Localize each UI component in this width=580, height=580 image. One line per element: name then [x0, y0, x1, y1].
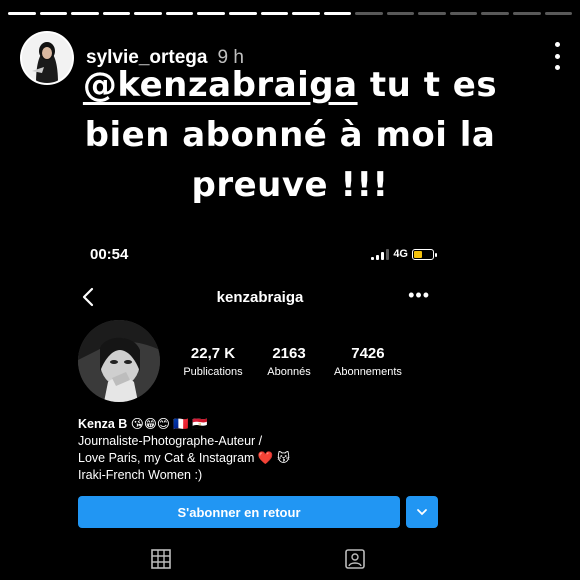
bio-line: Iraki-French Women :) [78, 468, 203, 482]
stat-label: Abonnés [267, 365, 311, 378]
suggestions-button[interactable] [406, 496, 438, 528]
follow-back-button[interactable]: S'abonner en retour [78, 496, 400, 528]
profile-screenshot: 00:54 4G kenzabraiga ••• 22,7 K Publicat… [70, 232, 450, 580]
stat-label: Abonnements [334, 365, 402, 378]
battery-icon [412, 248, 437, 260]
grid-icon[interactable] [150, 548, 172, 570]
story-caption: @kenzabraiga tu t es bien abonné à moi l… [60, 60, 520, 210]
phone-status-bar: 00:54 4G [90, 244, 437, 264]
more-horizontal-icon[interactable]: ••• [408, 286, 430, 304]
progress-segment [323, 12, 352, 15]
progress-segment [260, 12, 289, 15]
progress-segment [197, 12, 225, 15]
progress-segment [102, 12, 131, 15]
story-progress-bar [8, 12, 573, 15]
bio-name: Kenza B 😘😁😊 🇫🇷 🇪🇬 [78, 417, 208, 431]
stat-followers[interactable]: 2163 Abonnés [258, 345, 320, 378]
progress-segment [513, 12, 541, 15]
chevron-left-icon[interactable] [78, 286, 100, 308]
progress-segment [386, 12, 415, 15]
progress-segment [418, 12, 446, 15]
bio-line: Journaliste-Photographe-Auteur / [78, 434, 263, 448]
tagged-icon[interactable] [344, 548, 366, 570]
stat-number: 22,7 K [190, 344, 236, 362]
progress-segment [481, 12, 509, 15]
profile-stats: 22,7 K Publications 2163 Abonnés 7426 Ab… [182, 345, 402, 378]
progress-segment [449, 12, 478, 15]
more-vertical-icon[interactable] [552, 42, 562, 70]
progress-segment [39, 12, 68, 15]
progress-segment [228, 12, 257, 15]
bio-line: Love Paris, my Cat & Instagram ❤️ 😽 [78, 451, 290, 465]
chevron-down-icon [417, 509, 427, 516]
progress-segment [544, 12, 573, 15]
profile-bio: Kenza B 😘😁😊 🇫🇷 🇪🇬 Journaliste-Photograph… [78, 416, 436, 484]
progress-segment [292, 12, 320, 15]
stat-number: 2163 [272, 344, 306, 362]
profile-header: 22,7 K Publications 2163 Abonnés 7426 Ab… [78, 320, 430, 402]
progress-segment [134, 12, 162, 15]
progress-segment [355, 12, 383, 15]
stat-publications[interactable]: 22,7 K Publications [182, 345, 244, 378]
network-label: 4G [393, 248, 408, 260]
stat-number: 7426 [351, 344, 385, 362]
profile-photo-image [78, 320, 160, 402]
caption-mention[interactable]: @kenzabraiga [83, 65, 358, 105]
stat-label: Publications [183, 365, 243, 378]
progress-segment [71, 12, 99, 15]
progress-segment [8, 12, 36, 15]
profile-nav-bar: kenzabraiga ••• [70, 284, 450, 310]
profile-actions: S'abonner en retour [78, 496, 438, 528]
stat-following[interactable]: 7426 Abonnements [334, 345, 402, 378]
profile-username: kenzabraiga [216, 288, 304, 306]
profile-avatar[interactable] [78, 320, 160, 402]
signal-icon [371, 248, 390, 260]
profile-tabs [150, 548, 366, 572]
progress-segment [165, 12, 194, 15]
status-time: 00:54 [90, 245, 129, 263]
